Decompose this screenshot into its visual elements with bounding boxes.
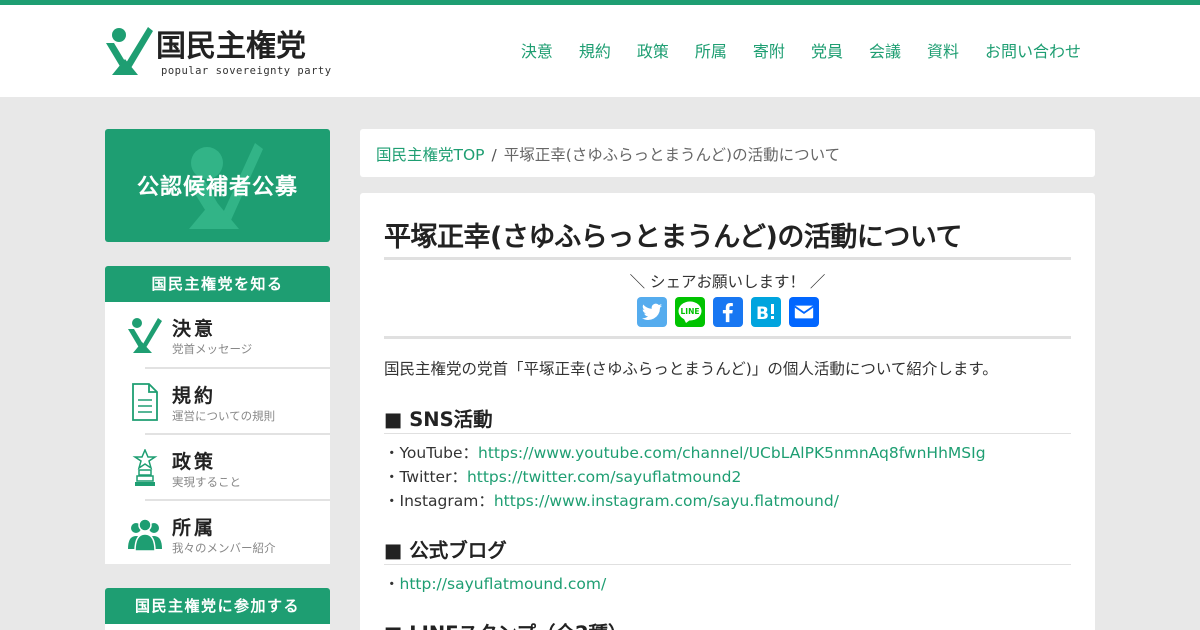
sns-label: ・YouTube：	[384, 444, 479, 462]
sns-instagram-line: ・Instagram：https://www.instagram.com/say…	[384, 489, 839, 511]
share-buttons: LINE B	[637, 297, 819, 327]
nav-item-policy[interactable]: 政策	[637, 38, 669, 62]
menu-item-policy[interactable]: 政策 実現すること	[105, 435, 330, 501]
share-hatena-button[interactable]: B	[751, 297, 781, 327]
join-section-heading: 国民主権党に参加する	[105, 588, 330, 624]
nav-item-donation[interactable]: 寄附	[753, 38, 785, 62]
section-heading-blog: ■ 公式ブログ	[384, 539, 507, 562]
share-label: ＼ シェアお願いします！ ／	[629, 273, 826, 291]
candidate-recruit-banner[interactable]: 公認候補者公募	[105, 129, 330, 242]
nav-item-members[interactable]: 所属	[695, 38, 727, 62]
nav-item-resolve[interactable]: 決意	[521, 38, 553, 62]
svg-text:LINE: LINE	[681, 307, 700, 316]
site-header: 国民主権党 popular sovereignty party 決意 規約 政策…	[0, 5, 1200, 97]
svg-text:B: B	[756, 304, 769, 324]
instagram-link[interactable]: https://www.instagram.com/sayu.flatmound…	[494, 492, 839, 510]
menu-item-title: 規約	[172, 385, 217, 407]
menu-item-title: 政策	[172, 451, 217, 473]
document-icon	[132, 383, 158, 421]
section-heading-line-stamps: ■ LINEスタンプ（全2種）	[384, 617, 628, 630]
menu-item-subtitle: 運営についての規則	[172, 409, 276, 423]
join-menu	[105, 624, 330, 630]
nav-item-rules[interactable]: 規約	[579, 38, 611, 62]
nav-item-party-members[interactable]: 党員	[811, 38, 843, 62]
hatena-bookmark-icon: B	[756, 304, 774, 324]
nav-item-meetings[interactable]: 会議	[869, 38, 901, 62]
twitter-icon	[641, 303, 663, 320]
facebook-icon	[722, 303, 733, 323]
blog-link[interactable]: http://sayuflatmound.com/	[400, 575, 607, 593]
sns-label: ・Twitter：	[384, 468, 467, 486]
section-heading-sns: ■ SNS活動	[384, 408, 493, 431]
twitter-link[interactable]: https://twitter.com/sayuflatmound2	[467, 468, 741, 486]
email-icon	[794, 305, 814, 319]
article-title: 平塚正幸(さゆふらっとまうんど)の活動について	[384, 222, 963, 253]
site-logo[interactable]: 国民主権党 popular sovereignty party	[106, 25, 331, 81]
menu-item-rules[interactable]: 規約 運営についての規則	[105, 369, 330, 435]
share-divider	[384, 336, 1071, 339]
blog-label: ・	[384, 575, 400, 593]
sns-label: ・Instagram：	[384, 492, 494, 510]
menu-item-subtitle: 実現すること	[172, 475, 241, 489]
nav-item-contact[interactable]: お問い合わせ	[985, 38, 1081, 62]
logo-subtitle: popular sovereignty party	[161, 65, 332, 77]
breadcrumb: 国民主権党TOP / 平塚正幸(さゆふらっとまうんど)の活動について	[360, 129, 1095, 177]
menu-item-members[interactable]: 所属 我々のメンバー紹介	[105, 501, 330, 567]
menu-item-title: 所属	[172, 517, 217, 539]
section-divider	[384, 433, 1071, 434]
article: 平塚正幸(さゆふらっとまうんど)の活動について ＼ シェアお願いします！ ／ L…	[360, 193, 1095, 630]
logo-text: 国民主権党	[156, 29, 306, 64]
leader-v-icon	[128, 318, 162, 353]
members-icon	[128, 518, 162, 552]
menu-item-resolve[interactable]: 決意 党首メッセージ	[105, 302, 330, 368]
breadcrumb-home-link[interactable]: 国民主権党TOP	[376, 146, 485, 164]
share-email-button[interactable]	[789, 297, 819, 327]
share-facebook-button[interactable]	[713, 297, 743, 327]
share-twitter-button[interactable]	[637, 297, 667, 327]
line-icon: LINE	[678, 301, 702, 323]
menu-item-subtitle: 党首メッセージ	[172, 342, 253, 356]
section-divider	[384, 564, 1071, 565]
share-line-button[interactable]: LINE	[675, 297, 705, 327]
party-logo-icon	[106, 27, 153, 75]
article-intro: 国民主権党の党首「平塚正幸(さゆふらっとまうんど)」の個人活動について紹介します…	[384, 360, 998, 378]
banner-text: 公認候補者公募	[136, 175, 298, 200]
tower-icon	[132, 449, 158, 486]
menu-item-title: 決意	[172, 318, 217, 340]
blog-line: ・http://sayuflatmound.com/	[384, 572, 606, 594]
youtube-link[interactable]: https://www.youtube.com/channel/UCbLAlPK…	[478, 444, 986, 462]
title-divider	[384, 257, 1071, 260]
main-nav: 決意 規約 政策 所属 寄附 党員 会議 資料 お問い合わせ	[495, 38, 1081, 62]
menu-item-subtitle: 我々のメンバー紹介	[172, 541, 276, 555]
about-section-heading: 国民主権党を知る	[105, 266, 330, 302]
about-menu: 決意 党首メッセージ 規約 運営についての規則 政策 実現すること 所属 我々の…	[105, 302, 330, 564]
nav-item-materials[interactable]: 資料	[927, 38, 959, 62]
breadcrumb-current: 平塚正幸(さゆふらっとまうんど)の活動について	[503, 146, 841, 164]
breadcrumb-separator: /	[491, 146, 497, 164]
sns-youtube-line: ・YouTube：https://www.youtube.com/channel…	[384, 441, 986, 463]
sns-twitter-line: ・Twitter：https://twitter.com/sayuflatmou…	[384, 465, 741, 487]
